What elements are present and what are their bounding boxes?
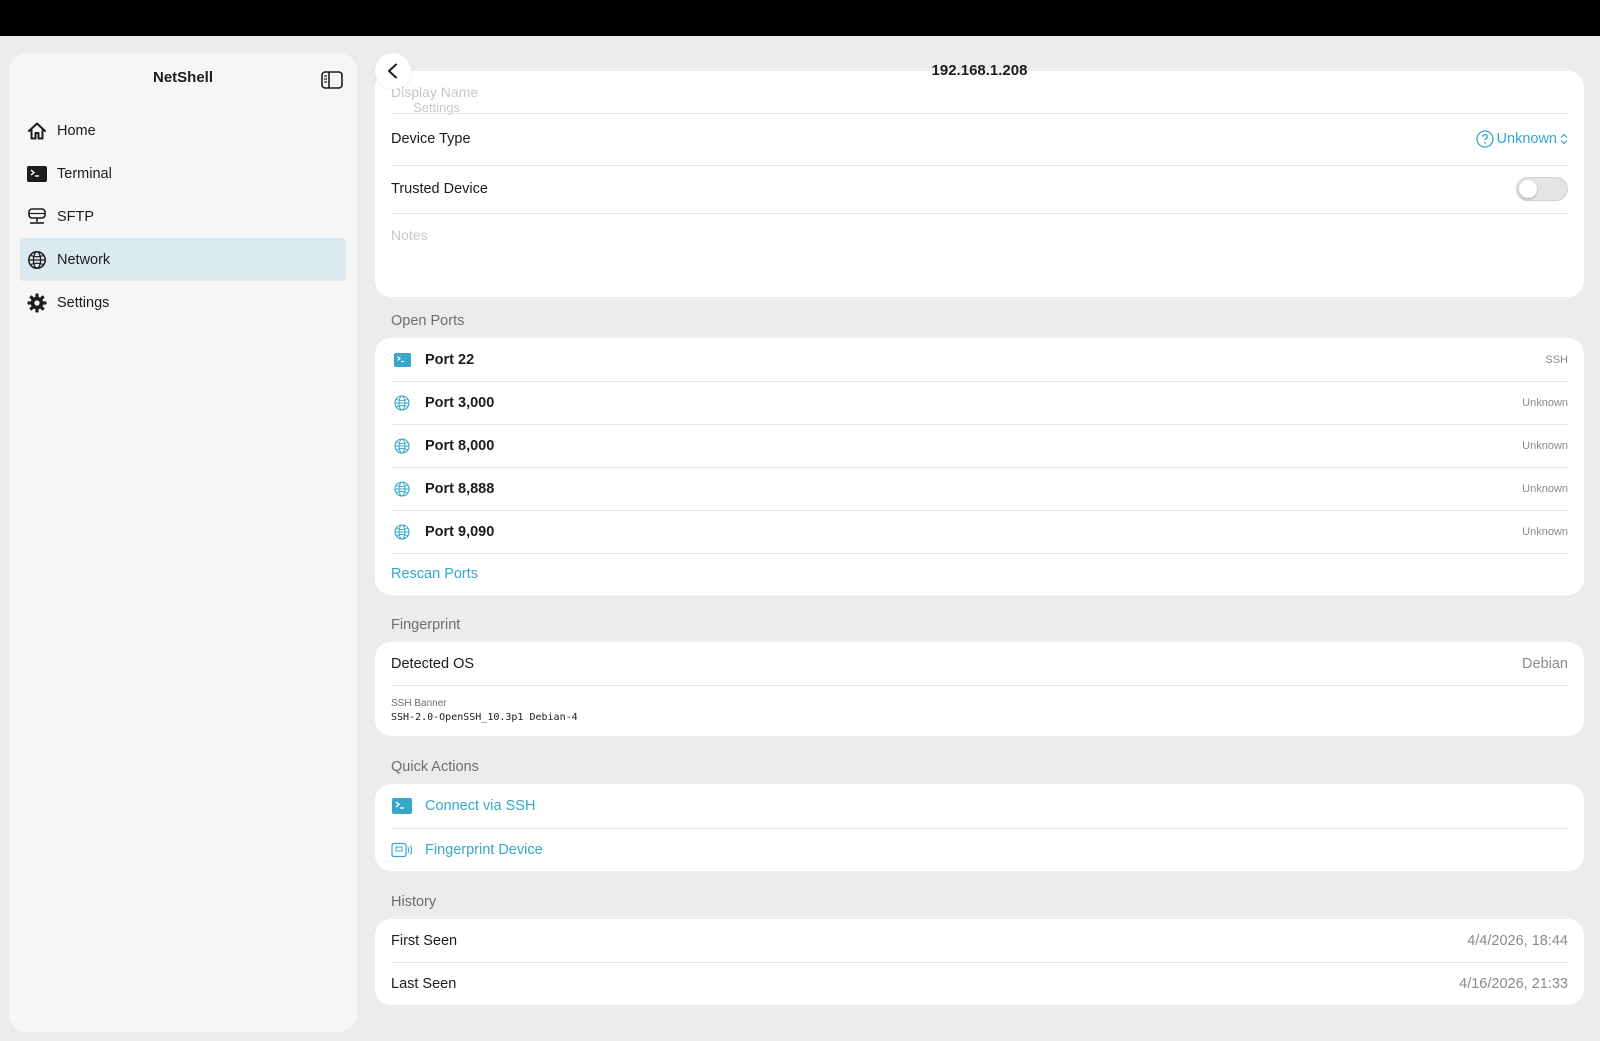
sidebar-item-settings[interactable]: Settings [20,281,346,324]
house-icon [26,120,48,142]
port-row[interactable]: Port 3,000 Unknown [375,381,1584,424]
sidebar-item-network[interactable]: Network [20,238,346,281]
detected-os-value: Debian [1522,655,1568,672]
port-row[interactable]: Port 8,000 Unknown [375,424,1584,467]
device-type-row[interactable]: Device Type Unknown [375,113,1584,165]
sidebar-item-sftp[interactable]: SFTP [20,195,346,238]
fingerprint-scan-icon [391,841,413,859]
port-service: SSH [1545,353,1568,366]
detected-os-label: Detected OS [391,655,475,672]
terminal-icon [393,351,411,369]
port-service: Unknown [1522,439,1568,452]
port-label: Port 22 [425,351,475,368]
terminal-icon [391,797,413,815]
sidebar-nav: Home Terminal SFTP Network Settings [9,109,357,324]
ssh-banner-row: SSH Banner SSH-2.0-OpenSSH_10.3p1 Debian… [375,685,1584,736]
port-label: Port 8,888 [425,480,495,497]
toggle-knob [1519,180,1537,198]
fingerprint-title: Fingerprint [391,617,461,633]
ssh-banner-label: SSH Banner [391,698,447,709]
port-label: Port 8,000 [425,437,495,454]
sidebar: NetShell Home Terminal SFTP Network Sett… [9,53,357,1032]
gear-icon [26,292,48,314]
trusted-device-row: Trusted Device [375,165,1584,213]
main-content: 192.168.1.208 Settings Display Name Devi… [375,53,1584,1041]
last-seen-value: 4/16/2026, 21:33 [1459,975,1568,992]
first-seen-value: 4/4/2026, 18:44 [1467,932,1568,949]
sidebar-item-label: Settings [57,294,110,311]
notes-input[interactable]: Notes [391,227,428,243]
fingerprint-device-row[interactable]: Fingerprint Device [375,828,1584,871]
history-title: History [391,894,437,910]
fingerprint-card: Detected OS Debian SSH Banner SSH-2.0-Op… [375,642,1584,736]
sidebar-item-label: SFTP [57,208,95,225]
device-type-picker[interactable]: Unknown [1475,130,1568,148]
sidebar-item-home[interactable]: Home [20,109,346,152]
port-label: Port 9,090 [425,523,495,540]
quick-actions-title: Quick Actions [391,759,479,775]
rescan-ports-button[interactable]: Rescan Ports [391,566,478,582]
globe-icon [393,437,411,455]
fingerprint-device-button[interactable]: Fingerprint Device [425,842,543,858]
port-row[interactable]: Port 8,888 Unknown [375,467,1584,510]
quick-actions-card: Connect via SSH Fingerprint Device [375,784,1584,871]
page-title: 192.168.1.208 [931,62,1028,79]
sidebar-toggle-icon[interactable] [321,71,343,89]
device-type-label: Device Type [391,131,471,147]
globe-icon [393,523,411,541]
faded-section-label: Settings [413,100,460,115]
sidebar-item-terminal[interactable]: Terminal [20,152,346,195]
port-row[interactable]: Port 9,090 Unknown [375,510,1584,553]
sidebar-header: NetShell [9,61,357,99]
question-circle-icon [1475,130,1494,148]
globe-icon [26,249,48,271]
port-label: Port 3,000 [425,394,495,411]
trusted-device-label: Trusted Device [391,181,488,197]
sidebar-item-label: Terminal [57,165,112,182]
connect-ssh-button[interactable]: Connect via SSH [425,798,535,814]
server-icon [26,206,48,228]
sidebar-item-label: Home [57,122,96,139]
port-service: Unknown [1522,396,1568,409]
sidebar-item-label: Network [57,251,111,268]
first-seen-row: First Seen 4/4/2026, 18:44 [375,919,1584,962]
terminal-icon [26,163,48,185]
last-seen-label: Last Seen [391,975,457,992]
globe-icon [393,394,411,412]
port-service: Unknown [1522,525,1568,538]
port-service: Unknown [1522,482,1568,495]
device-type-value: Unknown [1496,131,1557,147]
last-seen-row: Last Seen 4/16/2026, 21:33 [375,962,1584,1005]
details-card: Display Name Device Type Unknown Trusted… [375,71,1584,297]
app-title: NetShell [152,69,213,86]
rescan-row: Rescan Ports [375,553,1584,595]
connect-ssh-row[interactable]: Connect via SSH [375,784,1584,828]
globe-icon [393,480,411,498]
open-ports-card: Port 22 SSH Port 3,000 Unknown Port 8,00… [375,338,1584,595]
history-card: First Seen 4/4/2026, 18:44 Last Seen 4/1… [375,919,1584,1005]
ssh-banner-value: SSH-2.0-OpenSSH_10.3p1 Debian-4 [391,712,578,723]
detected-os-row: Detected OS Debian [375,642,1584,685]
chevron-up-down-icon [1560,133,1568,145]
display-name-input[interactable]: Display Name [391,84,478,100]
status-bar [0,0,1600,36]
open-ports-title: Open Ports [391,313,465,329]
first-seen-label: First Seen [391,932,458,949]
trusted-device-toggle[interactable] [1516,177,1568,201]
port-row[interactable]: Port 22 SSH [375,338,1584,381]
notes-row[interactable]: Notes [375,213,1584,297]
